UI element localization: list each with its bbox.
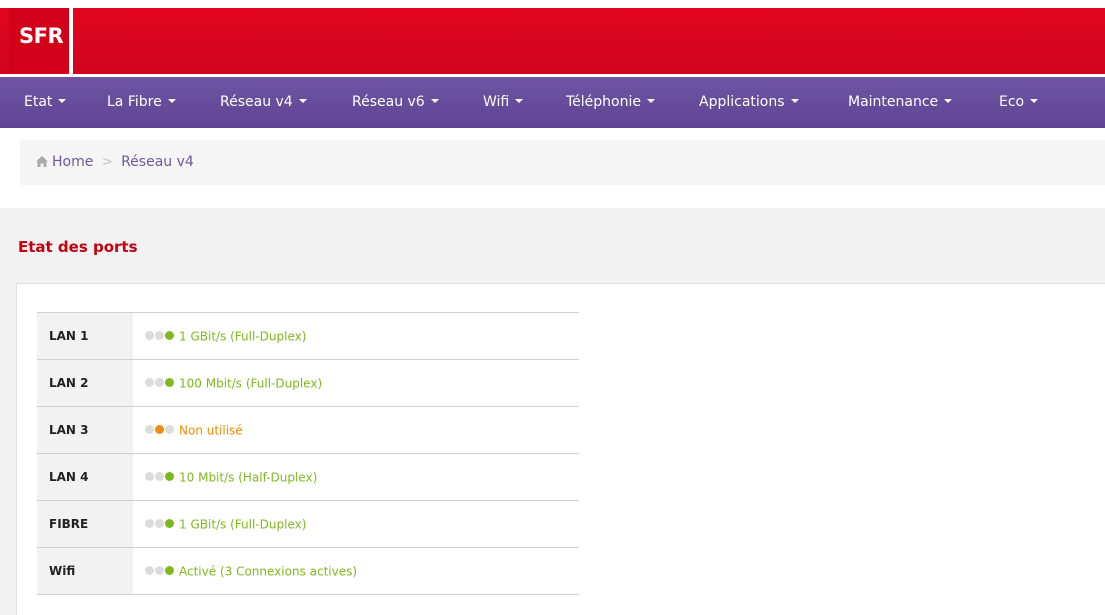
nav-etat[interactable]: Etat [24,77,67,128]
port-status-cell: Non utilisé [133,407,579,454]
status-led-icon [145,470,175,484]
led-dot [145,331,154,341]
port-status-table: LAN 1 1 GBit/s (Full-Duplex) LAN 2 100 Mbit… [37,312,579,595]
caret-down-icon [298,99,307,103]
port-row: LAN 2 100 Mbit/s (Full-Duplex) [37,359,579,407]
home-icon[interactable] [36,141,48,167]
port-status-cell: Activé (3 Connexions actives) [133,548,579,595]
port-row: Wifi Activé (3 Connexions actives) [37,547,579,595]
caret-down-icon [1030,99,1039,103]
port-status-text: 1 GBit/s (Full-Duplex) [179,517,307,532]
nav-label: Eco [999,94,1025,110]
breadcrumb: Home > Réseau v4 [20,140,1105,185]
port-status-text: Activé (3 Connexions actives) [179,564,358,579]
port-status-text: 10 Mbit/s (Half-Duplex) [179,470,318,485]
port-row: LAN 3 Non utilisé [37,406,579,454]
port-row: LAN 4 10 Mbit/s (Half-Duplex) [37,453,579,501]
led-dot [155,425,164,435]
status-led-icon [145,329,175,343]
status-led-icon [145,376,175,390]
led-dot [155,331,164,341]
caret-down-icon [515,99,524,103]
port-label: LAN 1 [37,312,133,360]
port-status-cell: 10 Mbit/s (Half-Duplex) [133,454,579,501]
breadcrumb-home-link[interactable]: Home [52,154,93,170]
nav-label: La Fibre [107,94,162,110]
breadcrumb-current: Réseau v4 [121,154,194,170]
led-dot [145,425,154,435]
led-dot [165,519,174,529]
nav-maintenance[interactable]: Maintenance [848,77,953,128]
led-dot [155,566,164,576]
caret-down-icon [167,99,176,103]
sfr-logo[interactable]: SFR [9,8,73,74]
nav-label: Réseau v4 [220,94,293,110]
port-status-text: 1 GBit/s (Full-Duplex) [179,329,307,344]
port-status-cell: 100 Mbit/s (Full-Duplex) [133,360,579,407]
nav-label: Maintenance [848,94,939,110]
led-dot [165,425,174,435]
status-led-icon [145,564,175,578]
port-status-cell: 1 GBit/s (Full-Duplex) [133,501,579,548]
caret-down-icon [430,99,439,103]
caret-down-icon [790,99,799,103]
led-dot [155,472,164,482]
led-dot [155,519,164,529]
port-label: Wifi [37,547,133,595]
nav-label: Réseau v6 [352,94,425,110]
led-dot [165,566,174,576]
caret-down-icon [944,99,953,103]
port-label: FIBRE [37,500,133,548]
led-dot [165,378,174,388]
led-dot [165,331,174,341]
nav-label: Téléphonie [566,94,641,110]
nav-wifi[interactable]: Wifi [483,77,524,128]
port-status-section: Etat des ports LAN 1 1 GBit/s (Full-Duple… [0,208,1105,615]
port-status-text: Non utilisé [179,423,243,438]
nav-reseau-v6[interactable]: Réseau v6 [352,77,439,128]
port-status-text: 100 Mbit/s (Full-Duplex) [179,376,323,391]
caret-down-icon [647,99,655,103]
caret-down-icon [58,99,67,103]
section-title: Etat des ports [18,238,138,256]
nav-eco[interactable]: Eco [999,77,1039,128]
nav-reseau-v4[interactable]: Réseau v4 [220,77,307,128]
port-label: LAN 3 [37,406,133,454]
status-led-icon [145,423,175,437]
port-label: LAN 4 [37,453,133,501]
led-dot [145,378,154,388]
status-led-icon [145,517,175,531]
main-navigation: Etat La Fibre Réseau v4 Réseau v6 Wifi T… [0,77,1105,128]
breadcrumb-separator: > [101,154,114,170]
led-dot [145,519,154,529]
nav-label: Wifi [483,94,510,110]
port-row: FIBRE 1 GBit/s (Full-Duplex) [37,500,579,548]
port-status-cell: 1 GBit/s (Full-Duplex) [133,313,579,360]
header-bar [0,8,1105,74]
port-row: LAN 1 1 GBit/s (Full-Duplex) [37,312,579,360]
port-label: LAN 2 [37,359,133,407]
nav-applications[interactable]: Applications [699,77,799,128]
nav-label: Applications [699,94,785,110]
nav-telephonie[interactable]: Téléphonie [566,77,655,128]
led-dot [165,472,174,482]
port-status-panel: LAN 1 1 GBit/s (Full-Duplex) LAN 2 100 Mbit… [16,283,1105,615]
nav-label: Etat [24,94,53,110]
led-dot [145,472,154,482]
led-dot [155,378,164,388]
nav-la-fibre[interactable]: La Fibre [107,77,176,128]
led-dot [145,566,154,576]
